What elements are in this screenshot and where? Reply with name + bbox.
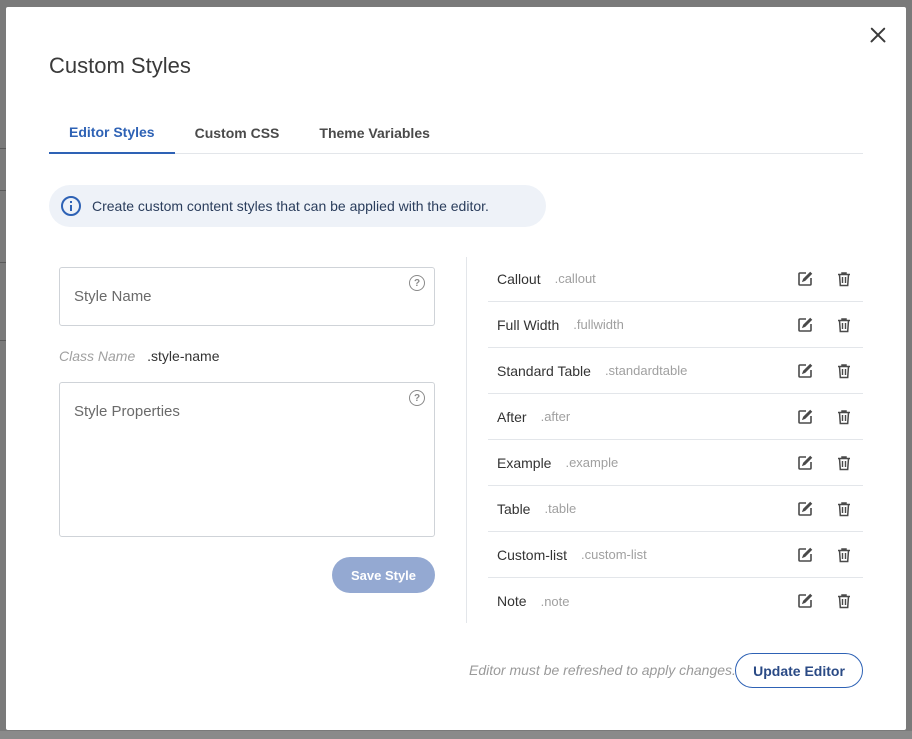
row-actions [793,408,855,426]
style-class: .custom-list [581,547,647,562]
info-text: Create custom content styles that can be… [92,198,489,214]
style-row: Example .example [488,440,863,486]
tab-theme-variables[interactable]: Theme Variables [299,112,450,154]
trash-icon[interactable] [832,500,855,518]
row-actions [793,592,855,610]
trash-icon[interactable] [832,592,855,610]
refresh-note: Editor must be refreshed to apply change… [469,662,736,678]
style-name: After [497,408,527,425]
edit-icon[interactable] [793,454,816,472]
info-banner: Create custom content styles that can be… [49,185,546,227]
dialog-title: Custom Styles [49,53,191,78]
row-actions [793,454,855,472]
row-actions [793,546,855,564]
style-row: Callout .callout [488,256,863,302]
style-name: Callout [497,270,541,287]
edit-icon[interactable] [793,362,816,380]
edit-icon[interactable] [793,592,816,610]
style-name: Full Width [497,316,560,333]
style-class: .example [565,455,619,470]
update-editor-button[interactable]: Update Editor [735,653,863,688]
save-style-button[interactable]: Save Style [332,557,435,593]
style-name: Example [497,454,552,471]
style-row: Full Width .fullwidth [488,302,863,348]
style-class: .table [544,501,577,516]
tab-editor-styles[interactable]: Editor Styles [49,112,175,154]
class-name-label: Class Name [59,348,136,364]
edit-icon[interactable] [793,408,816,426]
edit-icon[interactable] [793,546,816,564]
style-class: .callout [554,271,596,286]
class-name-row: Class Name .style-name [59,348,220,364]
trash-icon[interactable] [832,454,855,472]
trash-icon[interactable] [832,546,855,564]
style-name: Note [497,593,527,609]
tab-custom-css[interactable]: Custom CSS [175,112,300,154]
custom-styles-dialog: Custom Styles Editor Styles Custom CSS T… [6,7,906,730]
style-row: Table .table [488,486,863,532]
row-actions [793,500,855,518]
style-class: .fullwidth [573,317,624,332]
style-name-field[interactable]: Style Name ? [59,267,435,326]
style-name: Custom-list [497,546,568,563]
row-actions [793,270,855,288]
column-divider [466,257,467,623]
trash-icon[interactable] [832,316,855,334]
backdrop-footer [0,731,912,739]
style-class: .note [540,593,570,609]
style-row: Custom-list .custom-list [488,532,863,578]
style-properties-placeholder: Style Properties [74,403,180,420]
style-row: Note .note [488,578,863,624]
help-icon[interactable]: ? [409,390,425,406]
class-name-value: .style-name [147,348,220,364]
style-row: Standard Table .standardtable [488,348,863,394]
row-actions [793,362,855,380]
close-icon[interactable] [866,23,890,47]
tab-bar: Editor Styles Custom CSS Theme Variables [49,112,863,154]
style-properties-field[interactable]: Style Properties ? [59,382,435,537]
style-name: Standard Table [497,362,591,379]
style-list: Callout .callout Full Width .fullwidth Stand… [488,256,863,624]
trash-icon[interactable] [832,362,855,380]
style-class: .standardtable [604,363,688,378]
style-class: .after [540,409,571,424]
row-actions [793,316,855,334]
edit-icon[interactable] [793,500,816,518]
style-row: After .after [488,394,863,440]
edit-icon[interactable] [793,316,816,334]
info-icon [61,196,81,216]
trash-icon[interactable] [832,408,855,426]
trash-icon[interactable] [832,270,855,288]
help-icon[interactable]: ? [409,275,425,291]
style-name-placeholder: Style Name [74,288,152,305]
edit-icon[interactable] [793,270,816,288]
style-name: Table [497,500,531,517]
